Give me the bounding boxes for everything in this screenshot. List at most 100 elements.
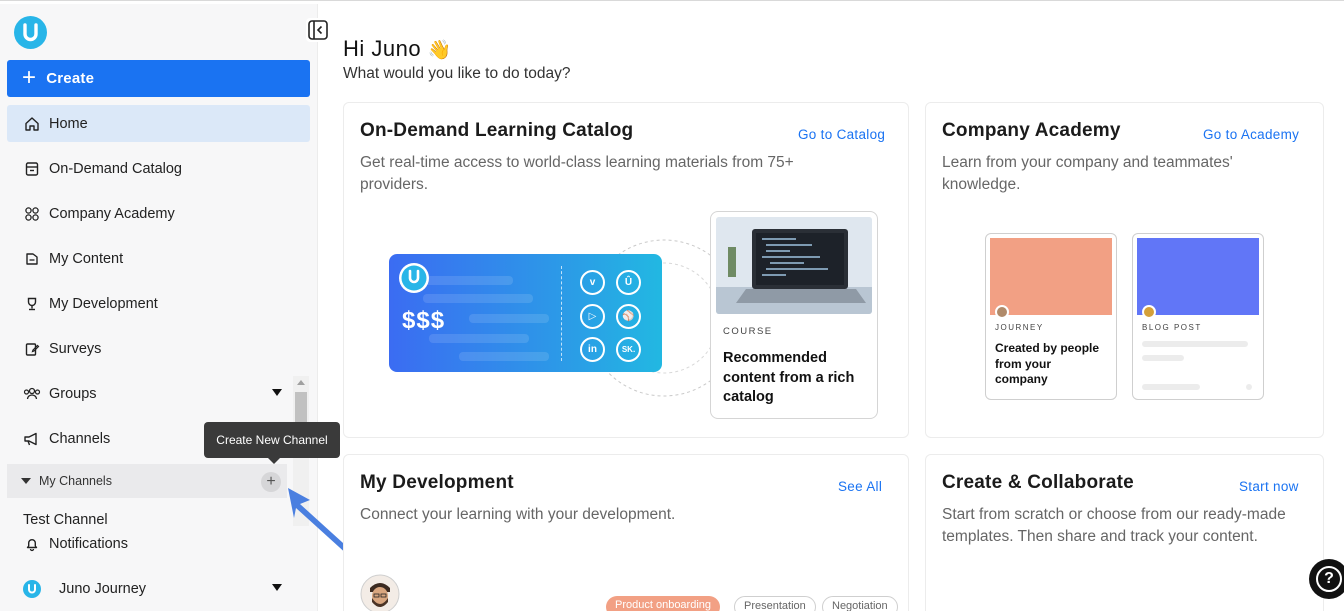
development-description: Connect your learning with your developm… (360, 506, 676, 523)
create-button-label: Create (46, 70, 95, 87)
course-description: Recommended content from a rich catalog (723, 350, 855, 405)
catalog-title: On-Demand Learning Catalog (360, 120, 634, 141)
blog-cover-image (1137, 238, 1259, 315)
collaborate-card: Create & Collaborate Start now Start fro… (925, 454, 1324, 611)
catalog-description: Get real-time access to world-class lear… (360, 154, 794, 193)
author-avatar (995, 305, 1009, 319)
sidebar-item-label: My Development (49, 295, 158, 312)
sidebar-item-label: My Content (49, 250, 124, 267)
plus-icon: + (22, 63, 37, 91)
baseball-icon: ⚾ (616, 304, 641, 329)
sidebar: + Create Home On-Demand Catalog Company … (0, 4, 364, 611)
price-text: $$$ (402, 307, 446, 334)
placeholder-dot (1246, 384, 1252, 390)
skill-pill[interactable]: Presentation (734, 596, 816, 611)
skill-pill[interactable]: Negotiation (822, 596, 898, 611)
collapse-sidebar-button[interactable] (306, 18, 330, 42)
development-card: My Development See All Connect your lear… (343, 454, 909, 611)
brand-logo-icon[interactable] (14, 16, 47, 49)
greeting-text: Hi Juno (343, 36, 422, 61)
page-title: Hi Juno 👋 (343, 36, 452, 62)
catalog-price-card: $$$ v Û ▷ ⚾ in SK. (389, 254, 662, 372)
groups-icon (23, 385, 41, 403)
course-preview-card: COURSE Recommended content from a rich c… (710, 211, 878, 419)
create-button[interactable]: + Create (7, 60, 310, 97)
decor-stripe (423, 276, 513, 285)
sidebar-item-label: Channels (49, 430, 111, 447)
journey-tag: JOURNEY (995, 323, 1044, 332)
sidebar-user-menu[interactable]: Juno Journey (7, 570, 310, 607)
collapse-sidebar-icon (308, 20, 328, 40)
collaborate-title: Create & Collaborate (942, 472, 1134, 493)
placeholder-line (1142, 341, 1248, 347)
sidebar-item-label: Groups (49, 385, 97, 402)
academy-card: Company Academy Go to Academy Learn from… (925, 102, 1324, 438)
trophy-icon (23, 295, 41, 313)
decor-stripe (459, 352, 549, 361)
linkedin-icon: in (580, 337, 605, 362)
course-tag: COURSE (723, 326, 773, 337)
go-to-catalog-link[interactable]: Go to Catalog (798, 127, 885, 142)
placeholder-line (1142, 355, 1184, 361)
help-button[interactable]: ? (1309, 559, 1344, 599)
decor-stripe (423, 294, 533, 303)
see-all-link[interactable]: See All (838, 479, 882, 494)
development-title: My Development (360, 472, 514, 493)
author-avatar (1142, 305, 1156, 319)
user-avatar (360, 574, 400, 611)
waving-hand-icon: 👋 (427, 40, 452, 61)
sidebar-item-company-academy[interactable]: Company Academy (7, 195, 310, 232)
sidebar-item-home[interactable]: Home (7, 105, 310, 142)
add-channel-button[interactable]: + (261, 472, 281, 492)
academy-icon (23, 205, 41, 223)
card-divider (561, 266, 562, 361)
udemy-icon: Û (616, 270, 641, 295)
skill-pill[interactable]: Product onboarding (606, 596, 721, 611)
journey-cover-image (990, 238, 1112, 315)
collaborate-description: Start from scratch or choose from our re… (942, 506, 1286, 545)
megaphone-icon (23, 430, 41, 448)
chevron-down-icon[interactable] (272, 584, 282, 591)
user-name: Juno Journey (59, 580, 147, 597)
sidebar-item-on-demand-catalog[interactable]: On-Demand Catalog (7, 150, 310, 187)
home-icon (23, 115, 41, 133)
decor-stripe (469, 314, 549, 323)
journey-preview-card: JOURNEY Created by people from your comp… (985, 233, 1117, 400)
chevron-down-icon[interactable] (272, 389, 282, 396)
academy-title: Company Academy (942, 120, 1121, 141)
bell-icon (23, 535, 41, 553)
sidebar-item-surveys[interactable]: Surveys (7, 330, 310, 367)
sidebar-item-label: On-Demand Catalog (49, 160, 182, 177)
decor-stripe (429, 334, 529, 343)
user-avatar-icon (23, 579, 41, 598)
scroll-up-icon[interactable] (297, 380, 305, 385)
start-now-link[interactable]: Start now (1239, 479, 1299, 494)
vimeo-icon: v (580, 270, 605, 295)
catalog-card: On-Demand Learning Catalog Go to Catalog… (343, 102, 909, 438)
skillshare-icon: SK. (616, 337, 641, 362)
sidebar-item-label: Surveys (49, 340, 102, 357)
journey-description: Created by people from your company (995, 341, 1100, 386)
surveys-icon (23, 340, 41, 358)
create-channel-tooltip: Create New Channel (204, 422, 340, 464)
content-icon (23, 250, 41, 268)
my-channels-label: My Channels (39, 474, 112, 488)
sidebar-item-label: Home (49, 115, 88, 132)
sidebar-item-my-content[interactable]: My Content (7, 240, 310, 277)
blog-tag: BLOG POST (1142, 323, 1202, 332)
play-icon: ▷ (580, 304, 605, 329)
sidebar-item-groups[interactable]: Groups (7, 375, 310, 412)
sidebar-item-notifications[interactable]: Notifications (7, 525, 310, 562)
blog-preview-card: BLOG POST (1132, 233, 1264, 400)
my-channels-section[interactable]: My Channels (7, 464, 287, 498)
go-to-academy-link[interactable]: Go to Academy (1203, 127, 1299, 142)
page-subtitle: What would you like to do today? (343, 65, 571, 82)
placeholder-line (1142, 384, 1200, 390)
sidebar-item-my-development[interactable]: My Development (7, 285, 310, 322)
sidebar-item-label: Notifications (49, 535, 128, 552)
academy-description: Learn from your company and teammates' k… (942, 154, 1233, 193)
caret-down-icon (21, 478, 31, 484)
sidebar-item-label: Company Academy (49, 205, 175, 222)
course-thumbnail-image (716, 217, 872, 314)
question-mark-icon: ? (1316, 566, 1342, 592)
